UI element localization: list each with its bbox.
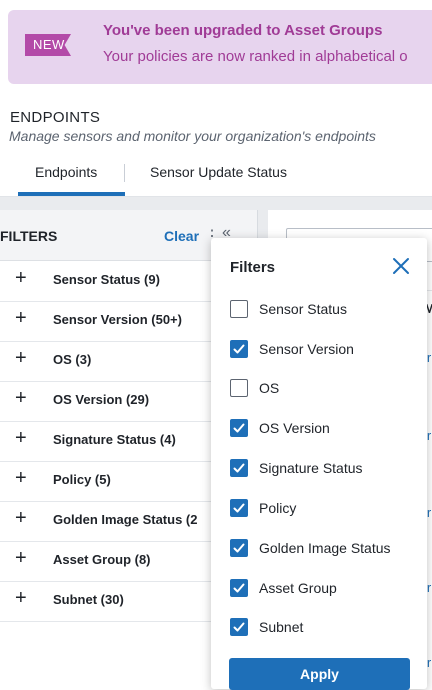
option-label: OS xyxy=(259,380,280,396)
popover-option-golden-image-status[interactable]: Golden Image Status xyxy=(230,539,420,563)
checkbox[interactable] xyxy=(230,419,248,437)
clear-filters-link[interactable]: Clear xyxy=(164,228,199,244)
plus-icon: + xyxy=(15,467,27,489)
filters-title: FILTERS xyxy=(0,228,58,244)
filter-label: Signature Status (4) xyxy=(53,432,176,447)
banner-text: Your policies are now ranked in alphabet… xyxy=(103,48,408,65)
apply-button[interactable]: Apply xyxy=(229,658,410,690)
page-title: ENDPOINTS xyxy=(10,109,101,126)
check-icon xyxy=(233,423,245,433)
option-label: Signature Status xyxy=(259,460,363,476)
option-label: Subnet xyxy=(259,619,304,635)
checkbox[interactable] xyxy=(230,459,248,477)
filter-label: Sensor Status (9) xyxy=(53,272,160,287)
option-label: Policy xyxy=(259,500,297,516)
checkbox[interactable] xyxy=(230,539,248,557)
plus-icon: + xyxy=(15,547,27,569)
tab-endpoints[interactable]: Endpoints xyxy=(35,164,97,180)
check-icon xyxy=(233,622,245,632)
popover-option-sensor-version[interactable]: Sensor Version xyxy=(230,340,420,364)
check-icon xyxy=(233,583,245,593)
popover-option-os[interactable]: OS xyxy=(230,379,420,403)
checkbox[interactable] xyxy=(230,499,248,517)
option-label: Sensor Version xyxy=(259,341,354,357)
popover-option-signature-status[interactable]: Signature Status xyxy=(230,459,420,483)
plus-icon: + xyxy=(15,347,27,369)
plus-icon: + xyxy=(15,387,27,409)
upgrade-banner: NEW You've been upgraded to Asset Groups… xyxy=(8,10,432,84)
filter-label: Asset Group (8) xyxy=(53,552,151,567)
checkbox[interactable] xyxy=(230,340,248,358)
checkbox[interactable] xyxy=(230,300,248,318)
filter-label: Policy (5) xyxy=(53,472,111,487)
option-label: Sensor Status xyxy=(259,301,347,317)
plus-icon: + xyxy=(15,587,27,609)
plus-icon: + xyxy=(15,307,27,329)
option-label: Golden Image Status xyxy=(259,540,391,556)
checkbox[interactable] xyxy=(230,618,248,636)
check-icon xyxy=(233,503,245,513)
check-icon xyxy=(233,543,245,553)
popover-option-sensor-status[interactable]: Sensor Status xyxy=(230,300,420,324)
popover-option-policy[interactable]: Policy xyxy=(230,499,420,523)
plus-icon: + xyxy=(15,267,27,289)
checkbox[interactable] xyxy=(230,379,248,397)
banner-title: You've been upgraded to Asset Groups xyxy=(103,22,383,39)
filter-label: Golden Image Status (2 xyxy=(53,512,198,527)
option-label: Asset Group xyxy=(259,580,337,596)
filter-label: Subnet (30) xyxy=(53,592,124,607)
option-label: OS Version xyxy=(259,420,330,436)
filter-label: OS (3) xyxy=(53,352,92,367)
filter-label: Sensor Version (50+) xyxy=(53,312,182,327)
popover-option-subnet[interactable]: Subnet xyxy=(230,618,420,642)
plus-icon: + xyxy=(15,507,27,529)
popover-title: Filters xyxy=(230,259,276,276)
check-icon xyxy=(233,463,245,473)
page-subtitle: Manage sensors and monitor your organiza… xyxy=(9,128,376,144)
filters-popover: Filters Sensor Status Sensor Version OS … xyxy=(211,238,427,690)
new-badge: NEW xyxy=(25,34,71,56)
check-icon xyxy=(233,344,245,354)
checkbox[interactable] xyxy=(230,579,248,597)
popover-option-os-version[interactable]: OS Version xyxy=(230,419,420,443)
plus-icon: + xyxy=(15,427,27,449)
tab-separator xyxy=(124,164,125,182)
tab-sensor-update-status[interactable]: Sensor Update Status xyxy=(150,164,287,180)
filter-label: OS Version (29) xyxy=(53,392,150,407)
popover-option-asset-group[interactable]: Asset Group xyxy=(230,579,420,603)
close-icon[interactable] xyxy=(389,254,413,278)
